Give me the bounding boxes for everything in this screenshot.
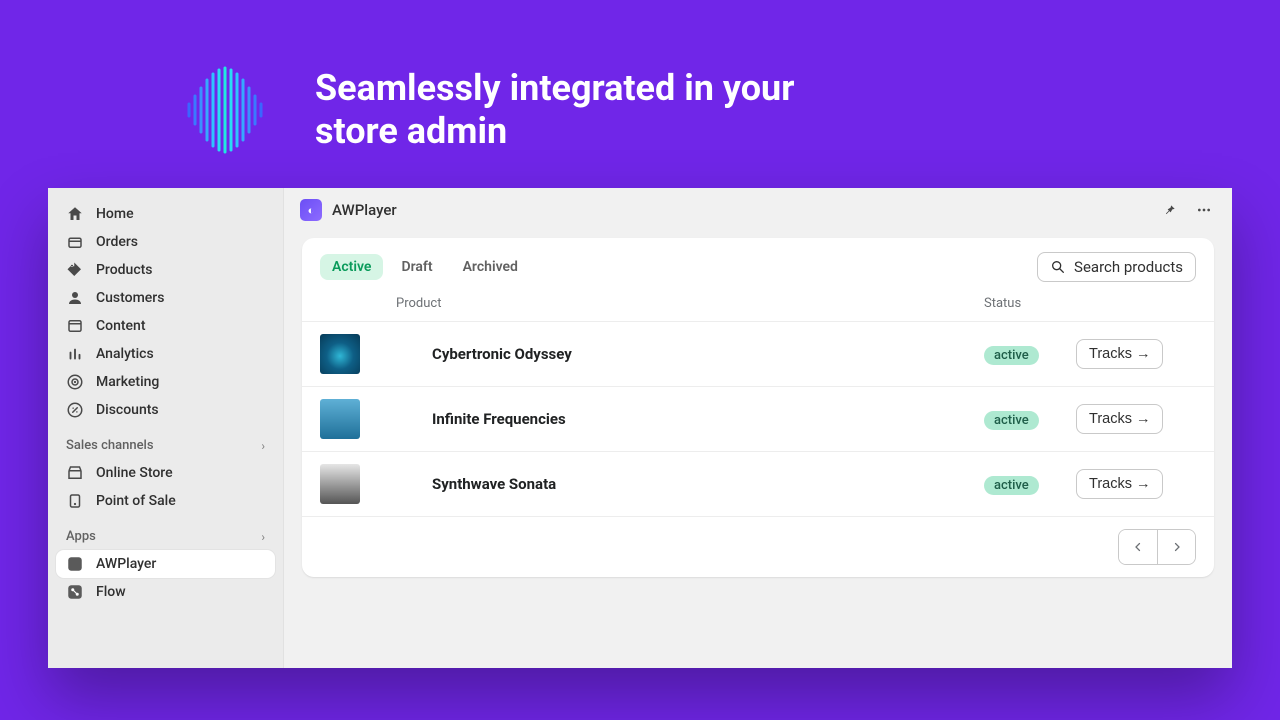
arrow-right-icon: →	[1136, 411, 1151, 427]
arrow-right-icon: →	[1136, 346, 1151, 362]
product-name: Cybertronic Odyssey	[396, 345, 984, 363]
sidebar-item-products[interactable]: Products	[56, 256, 275, 284]
flow-icon	[66, 583, 84, 601]
topbar: ◐ AWPlayer	[284, 188, 1232, 232]
more-horizontal-icon	[1196, 202, 1212, 218]
pagination	[1118, 529, 1196, 565]
search-icon	[1050, 259, 1066, 275]
chevron-right-icon: ›	[261, 439, 265, 453]
sidebar: Home Orders Products Customers Content Analyt…	[48, 188, 284, 668]
chevron-right-icon	[1171, 541, 1183, 553]
sidebar-section-apps[interactable]: Apps ›	[56, 515, 275, 550]
hero-soundwave-logo	[175, 60, 275, 160]
app-badge-icon: ◐	[300, 199, 322, 221]
marketing-icon	[66, 373, 84, 391]
nav-label: Content	[96, 318, 146, 334]
column-product: Product	[396, 296, 984, 311]
nav-label: Analytics	[96, 346, 154, 362]
sidebar-app-flow[interactable]: Flow	[56, 578, 275, 606]
app-name: AWPlayer	[332, 201, 397, 219]
table-row[interactable]: Infinite Frequenciesactive Tracks →	[302, 387, 1214, 452]
tab-draft[interactable]: Draft	[389, 254, 444, 280]
tab-active[interactable]: Active	[320, 254, 383, 280]
prev-page-button[interactable]	[1119, 530, 1157, 564]
nav-label: Orders	[96, 234, 138, 250]
table-row[interactable]: Cybertronic Odysseyactive Tracks →	[302, 322, 1214, 387]
sidebar-app-awplayer[interactable]: AWPlayer	[56, 550, 275, 578]
pin-button[interactable]	[1158, 198, 1182, 222]
sidebar-item-home[interactable]: Home	[56, 200, 275, 228]
store-icon	[66, 464, 84, 482]
search-input[interactable]: Search products	[1037, 252, 1196, 282]
nav-label: Discounts	[96, 402, 159, 418]
table-row[interactable]: Synthwave Sonataactive Tracks →	[302, 452, 1214, 517]
sidebar-section-channels[interactable]: Sales channels ›	[56, 424, 275, 459]
admin-window: Home Orders Products Customers Content Analyt…	[48, 188, 1232, 668]
more-button[interactable]	[1192, 198, 1216, 222]
sidebar-channel-point-of-sale[interactable]: Point of Sale	[56, 487, 275, 515]
arrow-right-icon: →	[1136, 476, 1151, 492]
product-name: Synthwave Sonata	[396, 475, 984, 493]
orders-icon	[66, 233, 84, 251]
pos-icon	[66, 492, 84, 510]
hero-title: Seamlessly integrated in your store admi…	[315, 67, 815, 153]
products-panel: ActiveDraft Archived Search products Prod…	[302, 238, 1214, 577]
sidebar-item-customers[interactable]: Customers	[56, 284, 275, 312]
sidebar-item-orders[interactable]: Orders	[56, 228, 275, 256]
status-badge: active	[984, 476, 1039, 495]
nav-label: Online Store	[96, 465, 173, 481]
tracks-button[interactable]: Tracks →	[1076, 404, 1163, 434]
customers-icon	[66, 289, 84, 307]
product-thumbnail	[320, 464, 360, 504]
nav-label: Flow	[96, 584, 126, 600]
next-page-button[interactable]	[1157, 530, 1195, 564]
nav-label: Home	[96, 206, 134, 222]
chevron-right-icon: ›	[261, 530, 265, 544]
home-icon	[66, 205, 84, 223]
nav-label: Customers	[96, 290, 164, 306]
products-icon	[66, 261, 84, 279]
sidebar-item-content[interactable]: Content	[56, 312, 275, 340]
sidebar-channel-online-store[interactable]: Online Store	[56, 459, 275, 487]
table-header: Product Status	[302, 282, 1214, 322]
product-name: Infinite Frequencies	[396, 410, 984, 428]
status-badge: active	[984, 346, 1039, 365]
nav-label: Point of Sale	[96, 493, 176, 509]
nav-label: Marketing	[96, 374, 159, 390]
tab-archived[interactable]: Archived	[451, 254, 530, 280]
content-icon	[66, 317, 84, 335]
sidebar-item-marketing[interactable]: Marketing	[56, 368, 275, 396]
product-thumbnail	[320, 399, 360, 439]
tracks-button[interactable]: Tracks →	[1076, 339, 1163, 369]
analytics-icon	[66, 345, 84, 363]
discounts-icon	[66, 401, 84, 419]
product-thumbnail	[320, 334, 360, 374]
chevron-left-icon	[1132, 541, 1144, 553]
sidebar-item-discounts[interactable]: Discounts	[56, 396, 275, 424]
tracks-button[interactable]: Tracks →	[1076, 469, 1163, 499]
column-status: Status	[984, 296, 1076, 311]
nav-label: Products	[96, 262, 153, 278]
status-badge: active	[984, 411, 1039, 430]
sidebar-item-analytics[interactable]: Analytics	[56, 340, 275, 368]
nav-label: AWPlayer	[96, 556, 156, 572]
appicon-icon	[66, 555, 84, 573]
pin-icon	[1163, 203, 1177, 217]
main-content: ◐ AWPlayer ActiveDraft Archived Search pr…	[284, 188, 1232, 668]
tabs: ActiveDraft Archived	[320, 254, 530, 280]
